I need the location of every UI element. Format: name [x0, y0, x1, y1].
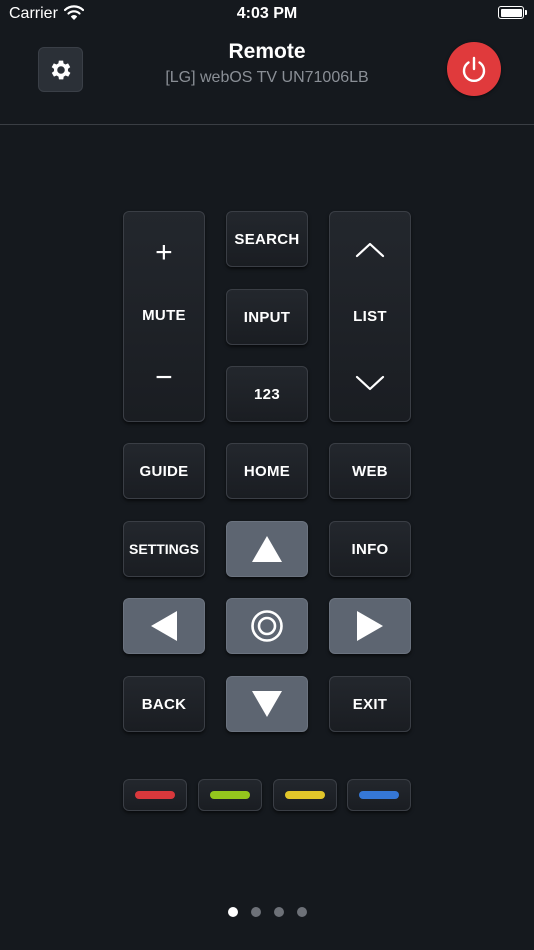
- triangle-down-icon: [252, 691, 282, 717]
- page-indicator[interactable]: [0, 907, 534, 917]
- mute-button[interactable]: MUTE: [142, 307, 186, 324]
- yellow-key-bar: [285, 791, 325, 799]
- green-key-button[interactable]: [198, 779, 262, 811]
- chevron-down-icon[interactable]: [355, 375, 385, 391]
- page-dot[interactable]: [227, 907, 238, 917]
- triangle-left-icon: [151, 611, 177, 641]
- web-button[interactable]: WEB: [329, 443, 411, 499]
- dpad-down-button[interactable]: [226, 676, 308, 732]
- blue-key-button[interactable]: [347, 779, 411, 811]
- input-button[interactable]: INPUT: [226, 289, 308, 345]
- status-time: 4:03 PM: [236, 5, 298, 22]
- power-button[interactable]: [447, 42, 501, 96]
- triangle-up-icon: [252, 536, 282, 562]
- chevron-up-icon[interactable]: [355, 242, 385, 258]
- dpad-ok-button[interactable]: [226, 598, 308, 654]
- page-dot[interactable]: [296, 907, 307, 917]
- triangle-right-icon: [357, 611, 383, 641]
- exit-button[interactable]: EXIT: [329, 676, 411, 732]
- home-button[interactable]: HOME: [226, 443, 308, 499]
- list-button[interactable]: LIST: [353, 308, 387, 325]
- dpad-right-button[interactable]: [329, 598, 411, 654]
- dpad-up-button[interactable]: [226, 521, 308, 577]
- battery-icon: [498, 6, 527, 19]
- volume-rocker[interactable]: + MUTE −: [123, 211, 205, 422]
- back-button[interactable]: BACK: [123, 676, 205, 732]
- dpad-left-button[interactable]: [123, 598, 205, 654]
- search-button[interactable]: SEARCH: [226, 211, 308, 267]
- settings-button[interactable]: SETTINGS: [123, 521, 205, 577]
- status-bar: Carrier 4:03 PM: [0, 0, 534, 28]
- power-icon: [462, 56, 486, 83]
- yellow-key-button[interactable]: [273, 779, 337, 811]
- red-key-bar: [135, 791, 175, 799]
- blue-key-bar: [359, 791, 399, 799]
- channel-rocker[interactable]: LIST: [329, 211, 411, 422]
- info-button[interactable]: INFO: [329, 521, 411, 577]
- red-key-button[interactable]: [123, 779, 187, 811]
- page-dot[interactable]: [273, 907, 284, 917]
- guide-button[interactable]: GUIDE: [123, 443, 205, 499]
- header-divider: [0, 124, 534, 125]
- page-dot[interactable]: [250, 907, 261, 917]
- volume-up-button[interactable]: +: [155, 238, 173, 268]
- ok-ring-icon: [251, 610, 283, 642]
- volume-down-button[interactable]: −: [155, 363, 173, 393]
- numbers-button[interactable]: 123: [226, 366, 308, 422]
- green-key-bar: [210, 791, 250, 799]
